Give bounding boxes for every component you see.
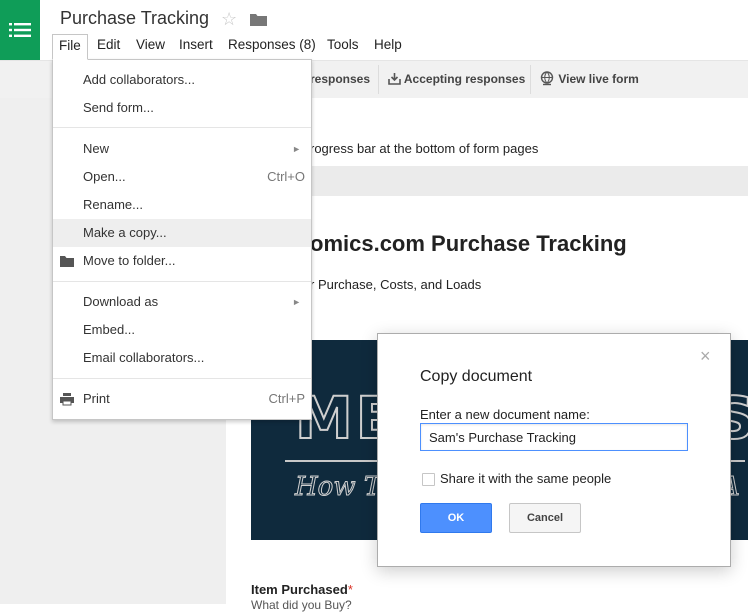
menu-responses[interactable]: Responses (8)	[222, 34, 322, 60]
shortcut-label: Ctrl+O	[267, 169, 305, 184]
ok-button[interactable]: OK	[420, 503, 492, 533]
form-title[interactable]: omics.com Purchase Tracking	[310, 231, 627, 257]
view-live-form-button[interactable]: View live form	[540, 69, 639, 89]
menu-help[interactable]: Help	[368, 34, 408, 60]
required-marker: *	[347, 582, 353, 597]
menu-item-move-to-folder[interactable]: Move to folder...	[53, 247, 311, 275]
star-icon[interactable]: ☆	[221, 8, 237, 30]
forms-list-icon	[9, 23, 31, 37]
menu-item-label: Embed...	[83, 322, 136, 337]
document-title[interactable]: Purchase Tracking	[60, 8, 209, 29]
view-live-form-label: View live form	[558, 72, 639, 86]
menu-separator	[53, 127, 311, 128]
question-title-text: Item Purchased	[251, 582, 348, 597]
document-name-input[interactable]	[420, 423, 688, 451]
menu-file[interactable]: File	[52, 34, 88, 60]
share-checkbox[interactable]	[422, 473, 435, 486]
menu-item-label: Download as	[83, 294, 159, 309]
question-help-text: What did you Buy?	[251, 598, 352, 612]
toolbar-divider	[378, 65, 379, 94]
menu-item-label: New	[83, 141, 110, 156]
menu-item-add-collaborators[interactable]: Add collaborators...	[53, 66, 311, 94]
menu-item-download-as[interactable]: Download as ►	[53, 288, 311, 316]
progress-bar-option-label: rogress bar at the bottom of form pages	[310, 141, 539, 156]
share-checkbox-label[interactable]: Share it with the same people	[440, 471, 611, 486]
menu-item-label: Print	[83, 391, 110, 406]
cancel-button[interactable]: Cancel	[509, 503, 581, 533]
folder-icon[interactable]	[250, 13, 267, 26]
menu-edit[interactable]: Edit	[91, 34, 126, 60]
forms-home-button[interactable]	[0, 0, 40, 60]
menu-item-print[interactable]: Print Ctrl+P	[53, 385, 311, 413]
menu-item-label: Add collaborators...	[83, 72, 196, 87]
menu-item-send-form[interactable]: Send form...	[53, 94, 311, 122]
toolbar-divider	[530, 65, 531, 94]
accepting-responses-button[interactable]: Accepting responses	[388, 69, 525, 89]
banner-script-text-left: How T	[294, 472, 382, 503]
menu-separator	[53, 378, 311, 379]
document-name-label: Enter a new document name:	[420, 407, 590, 422]
globe-icon	[540, 71, 554, 86]
menu-item-make-copy[interactable]: Make a copy...	[53, 219, 311, 247]
menu-view[interactable]: View	[130, 34, 171, 60]
printer-icon	[60, 393, 74, 406]
file-menu: Add collaborators... Send form... New ► O…	[52, 59, 312, 420]
menu-item-label: Make a copy...	[83, 225, 167, 240]
menu-item-open[interactable]: Open... Ctrl+O	[53, 163, 311, 191]
menu-tools[interactable]: Tools	[321, 34, 365, 60]
shortcut-label: Ctrl+P	[268, 391, 305, 406]
menu-item-embed[interactable]: Embed...	[53, 316, 311, 344]
submenu-arrow-icon: ►	[292, 297, 301, 307]
menu-item-label: Open...	[83, 169, 126, 184]
download-tray-icon	[388, 73, 401, 85]
question-title[interactable]: Item Purchased*	[251, 582, 353, 597]
dialog-title: Copy document	[420, 368, 533, 385]
menu-item-label: Send form...	[83, 100, 154, 115]
accepting-responses-label: Accepting responses	[403, 72, 526, 86]
form-description[interactable]: r Purchase, Costs, and Loads	[310, 277, 481, 292]
copy-document-dialog: × Copy document Enter a new document nam…	[377, 333, 731, 567]
menu-insert[interactable]: Insert	[173, 34, 219, 60]
menu-item-label: Move to folder...	[83, 253, 176, 268]
menu-item-email-collaborators[interactable]: Email collaborators...	[53, 344, 311, 372]
view-responses-button[interactable]: responses	[310, 69, 370, 89]
submenu-arrow-icon: ►	[292, 144, 301, 154]
close-icon[interactable]: ×	[700, 347, 711, 365]
menu-item-rename[interactable]: Rename...	[53, 191, 311, 219]
menu-item-label: Rename...	[83, 197, 143, 212]
menu-separator	[53, 281, 311, 282]
menu-item-label: Email collaborators...	[83, 350, 205, 365]
folder-icon	[60, 256, 74, 267]
menu-item-new[interactable]: New ►	[53, 135, 311, 163]
